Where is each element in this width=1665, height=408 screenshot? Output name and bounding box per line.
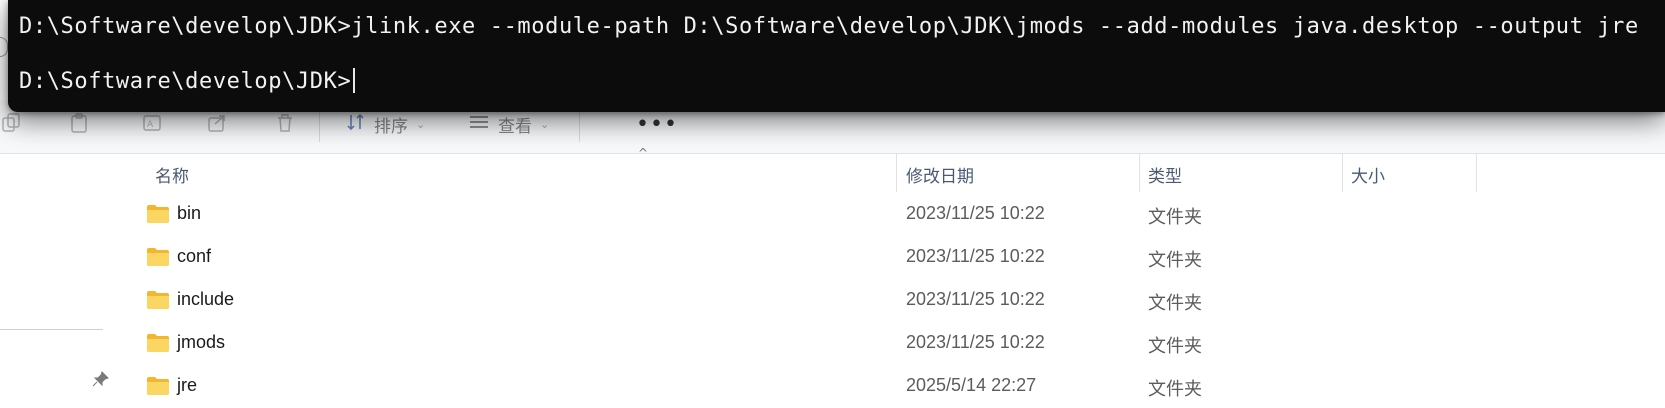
file-name: conf: [177, 246, 212, 266]
column-name[interactable]: 名称: [155, 162, 189, 187]
file-name: jmods: [177, 332, 226, 352]
column-modified[interactable]: 修改日期: [906, 162, 974, 187]
view-label: 查看: [498, 116, 532, 137]
toolbar-divider: [579, 108, 580, 142]
file-row[interactable]: conf 2023/11/25 10:22 文件夹: [118, 237, 1665, 280]
file-row[interactable]: jre 2025/5/14 22:27 文件夹: [118, 366, 1665, 408]
column-header-row: ^ 名称 修改日期 类型 大小: [118, 146, 1665, 192]
file-rows: bin 2023/11/25 10:22 文件夹 conf 2023/11/25…: [118, 194, 1665, 408]
rename-icon[interactable]: A: [141, 112, 163, 134]
file-row[interactable]: include 2023/11/25 10:22 文件夹: [118, 280, 1665, 323]
view-icon: [468, 112, 490, 137]
delete-icon[interactable]: [274, 112, 296, 134]
terminal-prompt: D:\Software\develop\JDK>: [19, 69, 352, 94]
folder-icon: [146, 204, 170, 224]
file-type: 文件夹: [1148, 207, 1202, 228]
file-type: 文件夹: [1148, 379, 1202, 400]
file-modified: 2023/11/25 10:22: [906, 246, 1045, 266]
file-modified: 2023/11/25 10:22: [906, 289, 1045, 309]
terminal-prompt-line[interactable]: D:\Software\develop\JDK>: [19, 68, 356, 94]
sort-ascending-icon: ^: [638, 146, 649, 160]
paste-icon[interactable]: [68, 112, 90, 134]
sort-button[interactable]: 排序 ⌄: [346, 110, 425, 138]
file-modified: 2025/5/14 22:27: [906, 375, 1037, 395]
folder-icon: [146, 333, 170, 353]
column-divider[interactable]: [1342, 154, 1343, 192]
folder-icon: [146, 376, 170, 396]
column-divider[interactable]: [1476, 154, 1477, 192]
file-name: include: [177, 289, 235, 309]
share-icon[interactable]: [206, 112, 228, 134]
terminal-window[interactable]: D:\Software\develop\JDK>jlink.exe --modu…: [8, 0, 1665, 112]
folder-icon: [146, 290, 170, 310]
file-type: 文件夹: [1148, 293, 1202, 314]
view-button[interactable]: 查看 ⌄: [468, 110, 549, 138]
file-name: bin: [177, 203, 202, 223]
file-modified: 2023/11/25 10:22: [906, 332, 1045, 352]
sort-label: 排序: [374, 116, 408, 137]
chevron-down-icon: ⌄: [416, 117, 426, 131]
toolbar-divider: [319, 108, 320, 142]
column-size[interactable]: 大小: [1351, 162, 1385, 187]
terminal-command-line: D:\Software\develop\JDK>jlink.exe --modu…: [19, 14, 1639, 39]
file-row[interactable]: bin 2023/11/25 10:22 文件夹: [118, 194, 1665, 237]
column-type[interactable]: 类型: [1148, 162, 1182, 187]
partial-icon: [0, 37, 8, 57]
more-options-button[interactable]: •••: [636, 112, 678, 137]
sort-icon: [346, 112, 366, 137]
column-divider[interactable]: [1139, 154, 1140, 192]
file-name: jre: [177, 375, 198, 395]
file-list: ^ 名称 修改日期 类型 大小 bin 2023/11/25 10:22 文件夹: [118, 146, 1665, 408]
file-row[interactable]: jmods 2023/11/25 10:22 文件夹: [118, 323, 1665, 366]
screen: A 排序 ⌄ 查看 ⌄ ••• ^ 名称 修改日期 类型 大小 bin 2023…: [0, 0, 1665, 408]
file-modified: 2023/11/25 10:22: [906, 203, 1045, 223]
file-type: 文件夹: [1148, 250, 1202, 271]
folder-icon: [146, 247, 170, 267]
svg-text:A: A: [147, 120, 154, 130]
nav-divider: [0, 329, 103, 330]
chevron-down-icon: ⌄: [540, 117, 550, 131]
navigation-pane: [0, 154, 118, 408]
text-cursor: [353, 68, 356, 93]
copy-icon[interactable]: [0, 112, 22, 134]
pin-icon[interactable]: [92, 370, 110, 388]
file-type: 文件夹: [1148, 336, 1202, 357]
column-divider[interactable]: [896, 154, 897, 192]
